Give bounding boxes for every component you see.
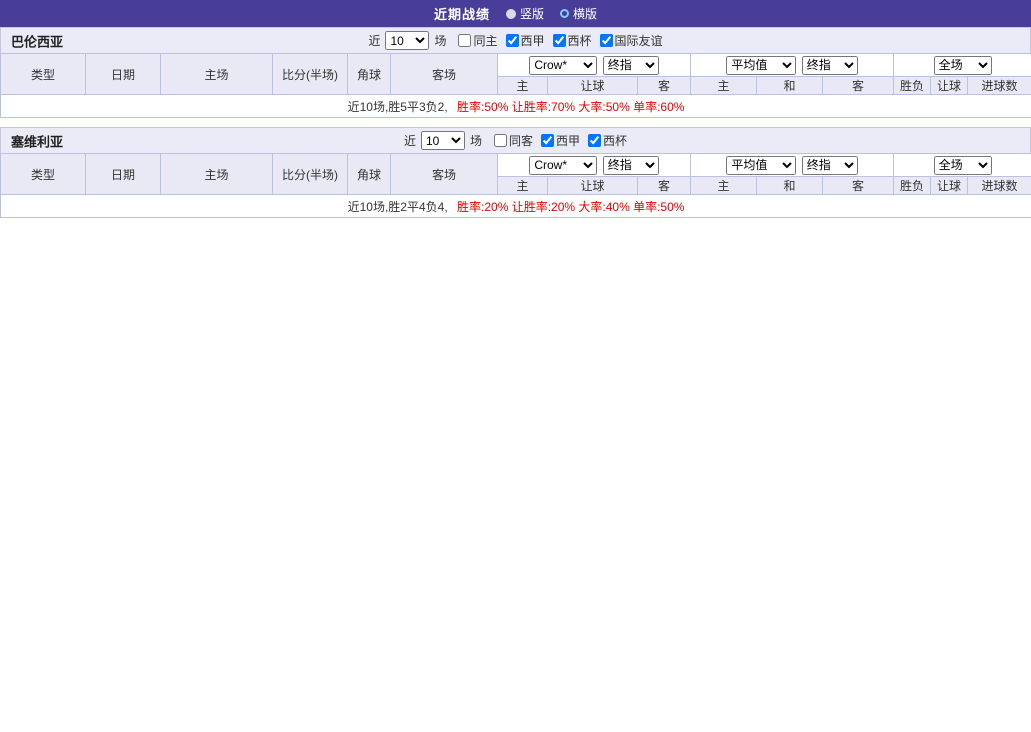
col-result: 胜负 <box>894 77 931 95</box>
league-filters: 同客西甲西杯 <box>486 132 627 150</box>
col-euro-away: 客 <box>823 77 894 95</box>
filter-西杯[interactable]: 西杯 <box>553 32 592 49</box>
col-euro-home: 主 <box>691 177 757 195</box>
games-label: 场 <box>470 132 482 149</box>
match-count-select[interactable]: 10 <box>421 131 465 150</box>
filter-国际友谊[interactable]: 国际友谊 <box>600 32 663 49</box>
games-label: 场 <box>434 32 446 49</box>
scope-select[interactable]: 全场 <box>934 56 992 75</box>
asia-odds-selects: Crow* 终指 <box>498 154 691 177</box>
near-label: 近 <box>404 132 416 149</box>
col-date: 日期 <box>86 154 161 195</box>
near-label: 近 <box>368 32 380 49</box>
match-count-select[interactable]: 10 <box>385 31 429 50</box>
col-score: 比分(半场) <box>273 154 348 195</box>
col-euro-draw: 和 <box>757 77 823 95</box>
summary-stats: 胜率:20% 让胜率:20% 大率:40% 单率:50% <box>457 200 684 214</box>
col-asia-home: 主 <box>498 77 548 95</box>
filter-controls: 近 10 场 同主西甲西杯国际友谊 <box>368 31 662 50</box>
filter-西杯[interactable]: 西杯 <box>588 132 627 149</box>
scope-select-cell: 全场 <box>894 154 1031 177</box>
odds-company-select[interactable]: Crow* <box>529 56 597 75</box>
odds-time-select[interactable]: 终指 <box>603 156 659 175</box>
filter-同客[interactable]: 同客 <box>494 132 533 149</box>
filter-checkbox[interactable] <box>494 134 507 147</box>
col-asia-home: 主 <box>498 177 548 195</box>
team-name: 巴伦西亚 <box>11 31 63 50</box>
valencia-matches-table: 类型 日期 主场 比分(半场) 角球 客场 Crow* 终指 平均值 终指 <box>0 53 1031 118</box>
col-away: 客场 <box>391 154 498 195</box>
radio-unselected-icon <box>560 9 569 18</box>
sevilla-section: 塞维利亚 近 10 场 同客西甲西杯 类型 日期 主场 <box>0 127 1031 218</box>
page: 近期战绩 竖版 横版 巴伦西亚 近 10 场 同主西甲西杯国际友谊 <box>0 0 1031 218</box>
valencia-section: 巴伦西亚 近 10 场 同主西甲西杯国际友谊 类型 日期 <box>0 27 1031 118</box>
filter-controls: 近 10 场 同客西甲西杯 <box>404 131 627 150</box>
summary-record: 近10场,胜2平4负4, <box>348 200 448 214</box>
col-goals: 进球数 <box>968 177 1031 195</box>
col-home: 主场 <box>161 154 273 195</box>
col-corner: 角球 <box>348 54 391 95</box>
scope-select-cell: 全场 <box>894 54 1031 77</box>
valencia-section-header: 巴伦西亚 近 10 场 同主西甲西杯国际友谊 <box>0 27 1031 53</box>
col-away: 客场 <box>391 54 498 95</box>
league-filters: 同主西甲西杯国际友谊 <box>450 32 662 50</box>
view-vertical-radio[interactable]: 竖版 <box>506 5 544 22</box>
view-vertical-label: 竖版 <box>520 5 544 22</box>
filter-checkbox[interactable] <box>506 34 519 47</box>
summary-record: 近10场,胜5平3负2, <box>348 100 448 114</box>
col-handicap: 让球 <box>548 177 638 195</box>
euro-odds-selects: 平均值 终指 <box>691 154 894 177</box>
col-euro-away: 客 <box>823 177 894 195</box>
summary: 近10场,胜2平4负4, 胜率:20% 让胜率:20% 大率:40% 单率:50… <box>1 195 1031 218</box>
scope-select[interactable]: 全场 <box>934 156 992 175</box>
col-euro-draw: 和 <box>757 177 823 195</box>
summary-row: 近10场,胜2平4负4, 胜率:20% 让胜率:20% 大率:40% 单率:50… <box>1 195 1031 218</box>
odds-time-select[interactable]: 终指 <box>603 56 659 75</box>
filter-checkbox[interactable] <box>600 34 613 47</box>
topbar: 近期战绩 竖版 横版 <box>0 0 1031 27</box>
view-horizontal-radio[interactable]: 横版 <box>560 5 597 22</box>
col-goals: 进球数 <box>968 77 1031 95</box>
col-home: 主场 <box>161 54 273 95</box>
view-horizontal-label: 横版 <box>573 5 597 22</box>
col-date: 日期 <box>86 54 161 95</box>
page-title: 近期战绩 <box>434 4 490 23</box>
col-let-result: 让球 <box>931 77 968 95</box>
radio-selected-icon <box>506 9 516 19</box>
col-let-result: 让球 <box>931 177 968 195</box>
filter-checkbox[interactable] <box>541 134 554 147</box>
euro-odds-select[interactable]: 平均值 <box>726 156 796 175</box>
col-asia-away: 客 <box>638 77 691 95</box>
filter-checkbox[interactable] <box>553 34 566 47</box>
team-name: 塞维利亚 <box>11 131 63 150</box>
odds-company-select[interactable]: Crow* <box>529 156 597 175</box>
summary: 近10场,胜5平3负2, 胜率:50% 让胜率:70% 大率:50% 单率:60… <box>1 95 1031 118</box>
col-handicap: 让球 <box>548 77 638 95</box>
filter-同主[interactable]: 同主 <box>458 32 497 49</box>
sevilla-section-header: 塞维利亚 近 10 场 同客西甲西杯 <box>0 127 1031 153</box>
col-corner: 角球 <box>348 154 391 195</box>
col-type: 类型 <box>1 154 86 195</box>
filter-西甲[interactable]: 西甲 <box>506 32 545 49</box>
sevilla-matches-table: 类型 日期 主场 比分(半场) 角球 客场 Crow* 终指 平均值 终指 <box>0 153 1031 218</box>
col-asia-away: 客 <box>638 177 691 195</box>
euro-odds-selects: 平均值 终指 <box>691 54 894 77</box>
euro-time-select[interactable]: 终指 <box>802 56 858 75</box>
asia-odds-selects: Crow* 终指 <box>498 54 691 77</box>
filter-checkbox[interactable] <box>458 34 471 47</box>
summary-stats: 胜率:50% 让胜率:70% 大率:50% 单率:60% <box>457 100 684 114</box>
filter-西甲[interactable]: 西甲 <box>541 132 580 149</box>
col-score: 比分(半场) <box>273 54 348 95</box>
summary-row: 近10场,胜5平3负2, 胜率:50% 让胜率:70% 大率:50% 单率:60… <box>1 95 1031 118</box>
col-euro-home: 主 <box>691 77 757 95</box>
col-type: 类型 <box>1 54 86 95</box>
euro-odds-select[interactable]: 平均值 <box>726 56 796 75</box>
filter-checkbox[interactable] <box>588 134 601 147</box>
euro-time-select[interactable]: 终指 <box>802 156 858 175</box>
col-result: 胜负 <box>894 177 931 195</box>
